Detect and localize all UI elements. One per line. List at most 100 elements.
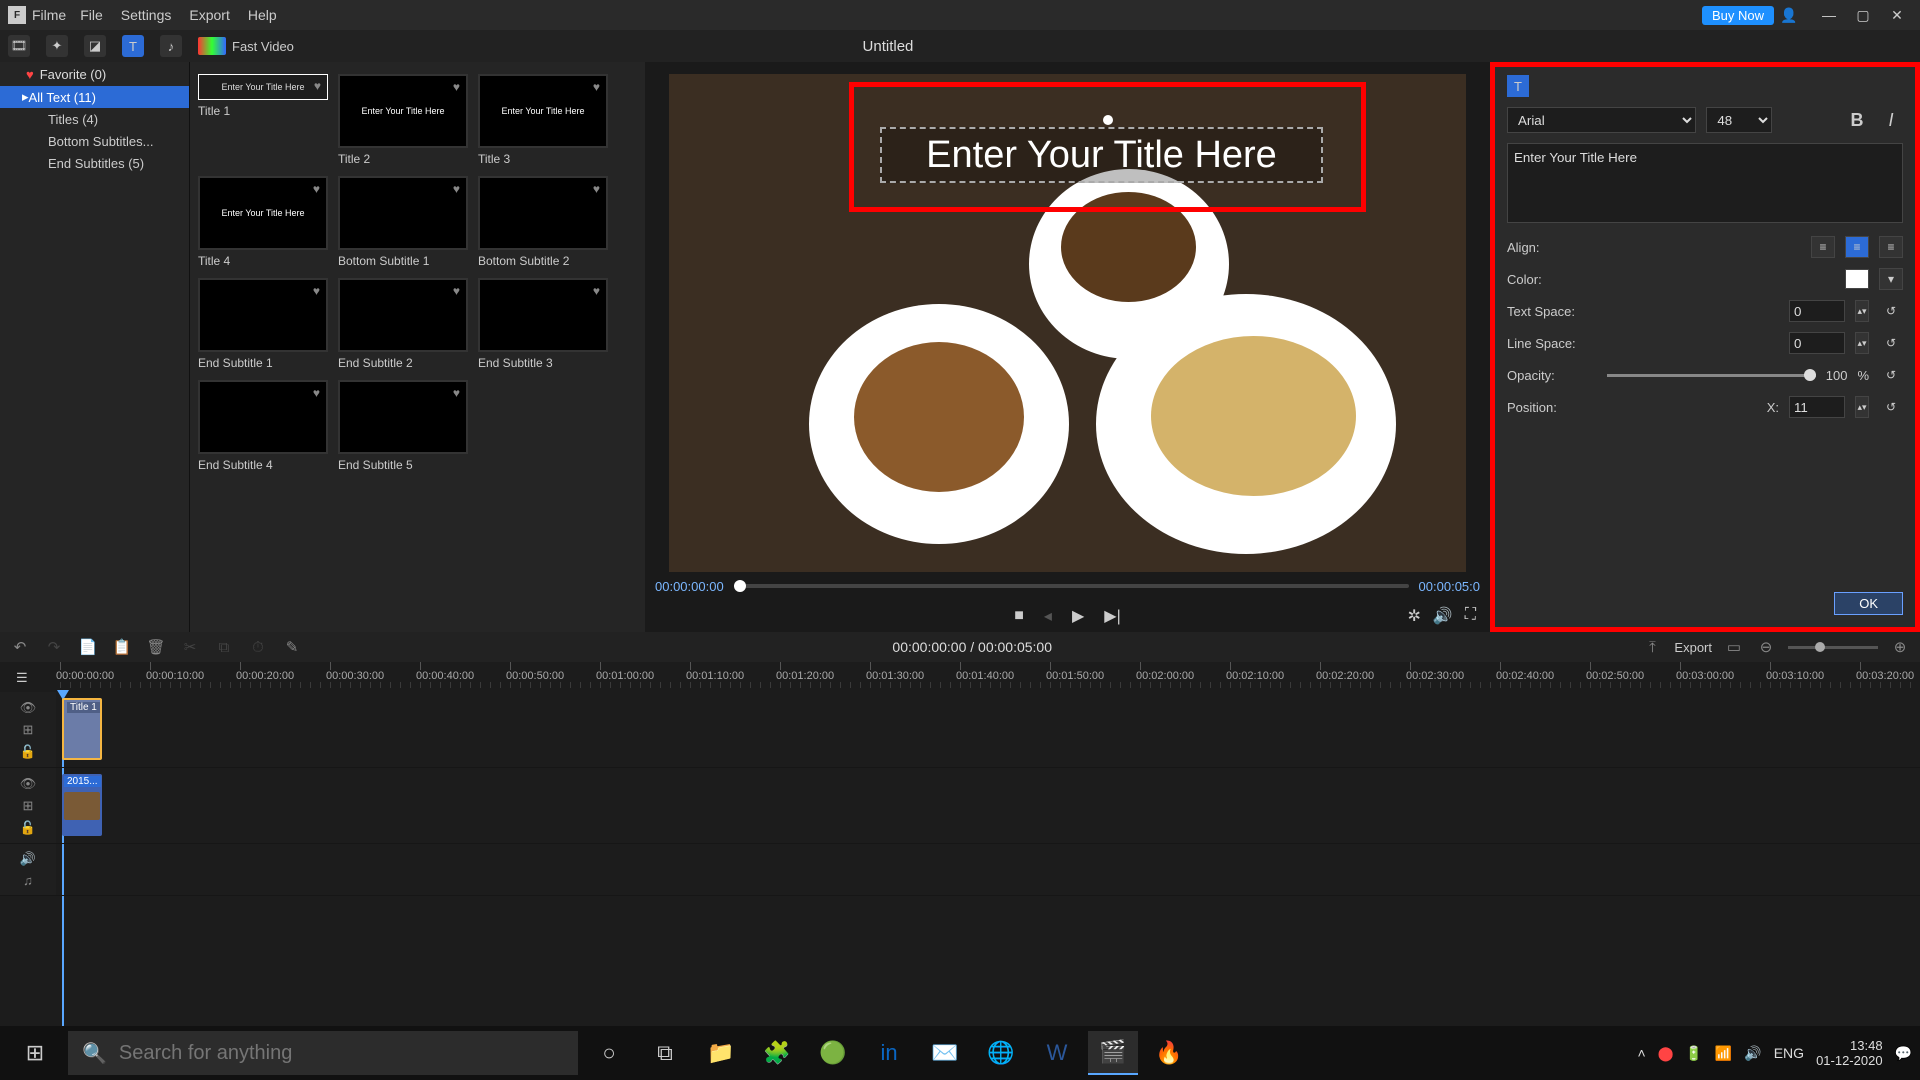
fast-video-button[interactable]: Fast Video (198, 37, 294, 55)
favorite-heart-icon[interactable]: ♥ (314, 79, 321, 93)
sidebar-all-text[interactable]: ▸ All Text (11) (0, 86, 189, 108)
buy-now-button[interactable]: Buy Now (1702, 6, 1774, 25)
favorite-heart-icon[interactable]: ♥ (453, 182, 460, 196)
timeline-ruler[interactable]: ☰ 00:00:00:0000:00:10:0000:00:20:0000:00… (0, 662, 1920, 692)
crop-icon[interactable]: ⧉ (214, 637, 234, 657)
gmail-icon[interactable]: ✉️ (920, 1031, 970, 1075)
media-tab-icon[interactable]: 🎞 (8, 35, 30, 57)
visibility-eye-icon[interactable]: 👁 (20, 776, 37, 792)
assist-icon[interactable]: 🧩 (752, 1031, 802, 1075)
thumbnail[interactable]: ♥ (478, 176, 608, 250)
chrome-icon[interactable]: 🟢 (808, 1031, 858, 1075)
line-space-reset-icon[interactable]: ↺ (1879, 332, 1903, 354)
thumbnail[interactable]: ♥Enter Your Title Here (198, 176, 328, 250)
user-icon[interactable]: 👤 (1774, 7, 1804, 24)
pos-x-stepper-icon[interactable]: ▴▾ (1855, 396, 1869, 418)
ok-button[interactable]: OK (1834, 592, 1903, 615)
favorite-heart-icon[interactable]: ♥ (313, 182, 320, 196)
sound-icon[interactable]: 🔊 (1744, 1045, 1761, 1062)
bold-icon[interactable]: B (1845, 109, 1869, 131)
favorite-heart-icon[interactable]: ♥ (313, 284, 320, 298)
lock-icon[interactable]: 🔓 (20, 744, 36, 760)
text-track[interactable]: 👁 ⊞ 🔓 Title 1 (0, 692, 1920, 768)
visibility-eye-icon[interactable]: 👁 (20, 700, 37, 716)
search-input[interactable] (119, 1042, 564, 1065)
audio-track[interactable]: 🔊 ♫ (0, 844, 1920, 896)
zoom-slider[interactable] (1788, 646, 1878, 649)
clock[interactable]: 13:48 01-12-2020 (1816, 1038, 1883, 1068)
title-text-input[interactable]: Enter Your Title Here (1507, 143, 1903, 223)
video-preview[interactable]: Enter Your Title Here (669, 74, 1466, 572)
file-explorer-icon[interactable]: 📁 (696, 1031, 746, 1075)
text-properties-tab-icon[interactable]: T (1507, 75, 1529, 97)
audio-volume-icon[interactable]: 🔊 (20, 851, 36, 867)
font-family-select[interactable]: Arial (1507, 107, 1696, 133)
text-space-stepper-icon[interactable]: ▴▾ (1855, 300, 1869, 322)
cortana-icon[interactable]: ○ (584, 1031, 634, 1075)
favorite-heart-icon[interactable]: ♥ (313, 386, 320, 400)
tray-security-icon[interactable]: ⬤ (1658, 1045, 1674, 1062)
favorite-heart-icon[interactable]: ♥ (453, 386, 460, 400)
thumbnail[interactable]: ♥ (338, 278, 468, 352)
video-clip[interactable]: 2015... (62, 774, 102, 836)
stop-button-icon[interactable]: ■ (1014, 607, 1024, 625)
delete-icon[interactable]: 🗑 (146, 637, 166, 657)
title-text-overlay[interactable]: Enter Your Title Here (880, 127, 1323, 183)
redo-icon[interactable]: ↷ (44, 637, 64, 657)
export-label[interactable]: Export (1674, 640, 1712, 655)
sidebar-titles[interactable]: Titles (4) (0, 108, 189, 130)
thumbnail[interactable]: ♥Enter Your Title Here (478, 74, 608, 148)
line-space-input[interactable] (1789, 332, 1845, 354)
tray-chevron-icon[interactable]: ˄ (1638, 1045, 1646, 1061)
start-button-icon[interactable]: ⊞ (8, 1026, 62, 1080)
edit-pencil-icon[interactable]: ✎ (282, 637, 302, 657)
menu-file[interactable]: File (80, 7, 103, 23)
zoom-in-icon[interactable]: ⊕ (1890, 637, 1910, 657)
paste-icon[interactable]: 📋 (112, 637, 132, 657)
color-dropdown-icon[interactable]: ▾ (1879, 268, 1903, 290)
timeline-menu-icon[interactable]: ☰ (16, 670, 28, 686)
thumbnail[interactable]: ♥ (478, 278, 608, 352)
sidebar-favorite[interactable]: ♥Favorite (0) (0, 62, 189, 86)
video-track[interactable]: 👁 ⊞ 🔓 2015... (0, 768, 1920, 844)
battery-icon[interactable]: 🔋 (1685, 1045, 1702, 1062)
sidebar-end-subtitles[interactable]: End Subtitles (5) (0, 152, 189, 174)
thumbnail[interactable]: ♥Enter Your Title Here (338, 74, 468, 148)
align-right-icon[interactable]: ≡ (1879, 236, 1903, 258)
minimize-icon[interactable]: — (1814, 7, 1844, 24)
menu-settings[interactable]: Settings (121, 7, 172, 23)
color-swatch[interactable] (1845, 269, 1869, 289)
thumbnail[interactable]: ♥ (338, 380, 468, 454)
align-left-icon[interactable]: ≡ (1811, 236, 1835, 258)
text-tab-icon[interactable]: T (122, 35, 144, 57)
notifications-icon[interactable]: 💬 (1895, 1045, 1912, 1062)
next-frame-icon[interactable]: ▶| (1104, 606, 1120, 626)
opacity-reset-icon[interactable]: ↺ (1879, 364, 1903, 386)
favorite-heart-icon[interactable]: ♥ (453, 284, 460, 298)
thumbnail[interactable]: ♥ (338, 176, 468, 250)
language-indicator[interactable]: ENG (1774, 1045, 1804, 1061)
preview-seek-track[interactable] (734, 584, 1409, 588)
align-center-icon[interactable]: ≡ (1845, 236, 1869, 258)
menu-export[interactable]: Export (189, 7, 229, 23)
copy-icon[interactable]: 📄 (78, 637, 98, 657)
italic-icon[interactable]: I (1879, 109, 1903, 131)
line-space-stepper-icon[interactable]: ▴▾ (1855, 332, 1869, 354)
speed-icon[interactable]: ⏱ (248, 637, 268, 657)
audio-tab-icon[interactable]: ♪ (160, 35, 182, 57)
fit-icon[interactable]: ▭ (1724, 637, 1744, 657)
fullscreen-icon[interactable]: ⛶ (1465, 606, 1476, 626)
opacity-slider[interactable] (1607, 374, 1816, 377)
sidebar-bottom-subtitles[interactable]: Bottom Subtitles... (0, 130, 189, 152)
volume-icon[interactable]: 🔊 (1433, 606, 1453, 626)
taskbar-search[interactable]: 🔍 (68, 1031, 578, 1075)
font-size-select[interactable]: 48 (1706, 107, 1772, 133)
play-button-icon[interactable]: ▶ (1072, 606, 1084, 626)
position-reset-icon[interactable]: ↺ (1879, 396, 1903, 418)
close-icon[interactable]: ✕ (1882, 7, 1912, 24)
linkedin-icon[interactable]: in (864, 1031, 914, 1075)
word-icon[interactable]: W (1032, 1031, 1082, 1075)
wifi-icon[interactable]: 📶 (1715, 1045, 1732, 1062)
text-space-reset-icon[interactable]: ↺ (1879, 300, 1903, 322)
export-up-icon[interactable]: ⤒ (1642, 637, 1662, 657)
